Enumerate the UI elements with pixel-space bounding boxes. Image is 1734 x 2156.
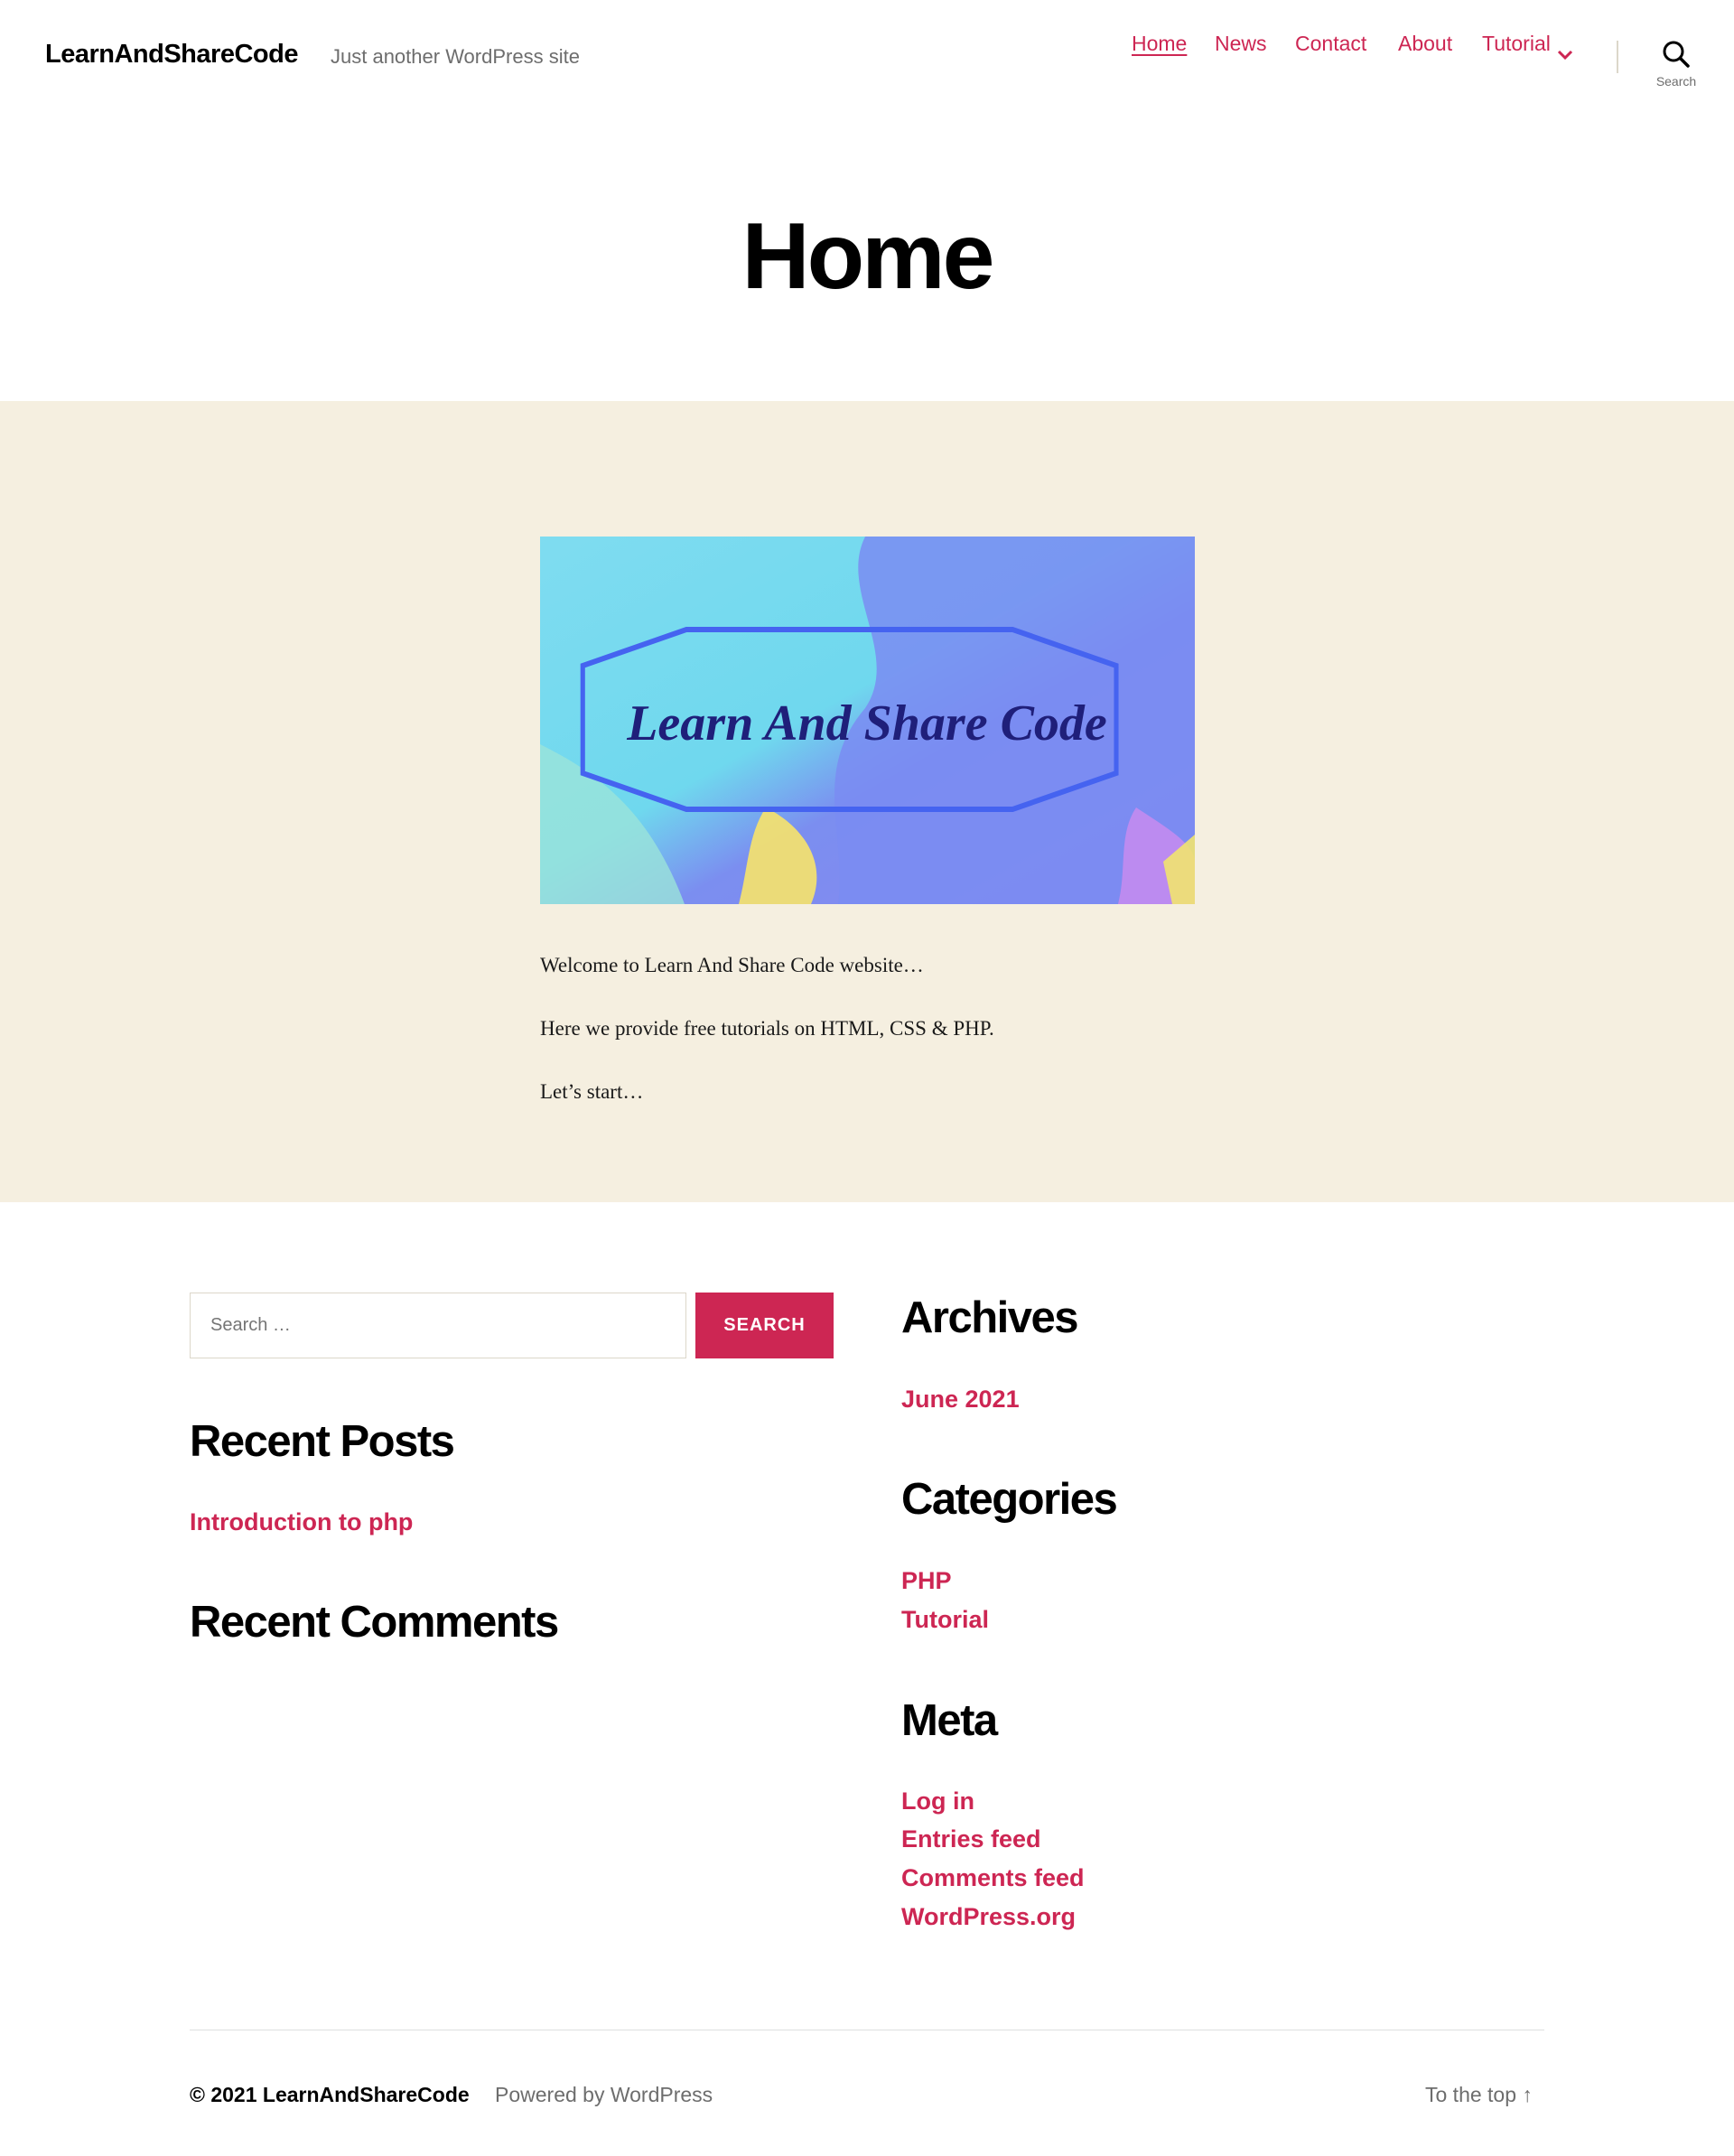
site-header: LearnAndShareCode Just another WordPress… — [0, 0, 1734, 113]
search-input[interactable] — [190, 1293, 686, 1358]
nav-item-news[interactable]: News — [1215, 32, 1267, 56]
nav-item-about[interactable]: About — [1398, 32, 1452, 56]
meta-link-entries-feed[interactable]: Entries feed — [901, 1825, 1041, 1853]
footer-copyright[interactable]: © 2021 LearnAndShareCode — [190, 2083, 470, 2107]
search-icon — [1662, 40, 1691, 69]
site-title-link[interactable]: LearnAndShareCode — [45, 40, 298, 70]
site-description: Just another WordPress site — [331, 45, 580, 68]
recent-post-link[interactable]: Introduction to php — [190, 1508, 413, 1536]
entry-content: Welcome to Learn And Share Code website…… — [540, 954, 1195, 1143]
hero-image: Learn And Share Code — [540, 537, 1195, 904]
meta-link-wordpress-org[interactable]: WordPress.org — [901, 1903, 1076, 1931]
archives-heading: Archives — [901, 1293, 1079, 1342]
meta-heading: Meta — [901, 1696, 998, 1745]
search-toggle-label: Search — [1655, 74, 1697, 89]
chevron-down-icon[interactable] — [1557, 49, 1573, 66]
categories-heading: Categories — [901, 1475, 1118, 1524]
meta-link-login[interactable]: Log in — [901, 1787, 974, 1815]
entry-paragraph: Welcome to Learn And Share Code website… — [540, 954, 924, 976]
category-link-php[interactable]: PHP — [901, 1567, 952, 1595]
recent-posts-heading: Recent Posts — [190, 1417, 455, 1466]
nav-item-tutorial[interactable]: Tutorial — [1482, 32, 1551, 56]
nav-divider — [1617, 41, 1618, 73]
nav-item-home[interactable]: Home — [1132, 32, 1187, 56]
search-submit-button[interactable]: SEARCH — [695, 1293, 834, 1358]
category-link-tutorial[interactable]: Tutorial — [901, 1606, 989, 1634]
powered-by-link[interactable]: Powered by WordPress — [495, 2083, 713, 2107]
page-title: Home — [741, 204, 995, 309]
hero-logo-text: Learn And Share Code — [626, 695, 1107, 751]
entry-paragraph: Let’s start… — [540, 1080, 644, 1103]
nav-item-contact[interactable]: Contact — [1295, 32, 1366, 56]
search-form: SEARCH — [190, 1293, 834, 1358]
search-toggle-button[interactable]: Search — [1645, 40, 1707, 94]
content-band: Learn And Share Code Welcome to Learn An… — [0, 401, 1734, 1202]
meta-link-comments-feed[interactable]: Comments feed — [901, 1864, 1085, 1892]
recent-comments-heading: Recent Comments — [190, 1598, 559, 1647]
entry-paragraph: Here we provide free tutorials on HTML, … — [540, 1017, 994, 1040]
archive-link[interactable]: June 2021 — [901, 1386, 1020, 1414]
to-the-top-link[interactable]: To the top ↑ — [1425, 2083, 1533, 2107]
